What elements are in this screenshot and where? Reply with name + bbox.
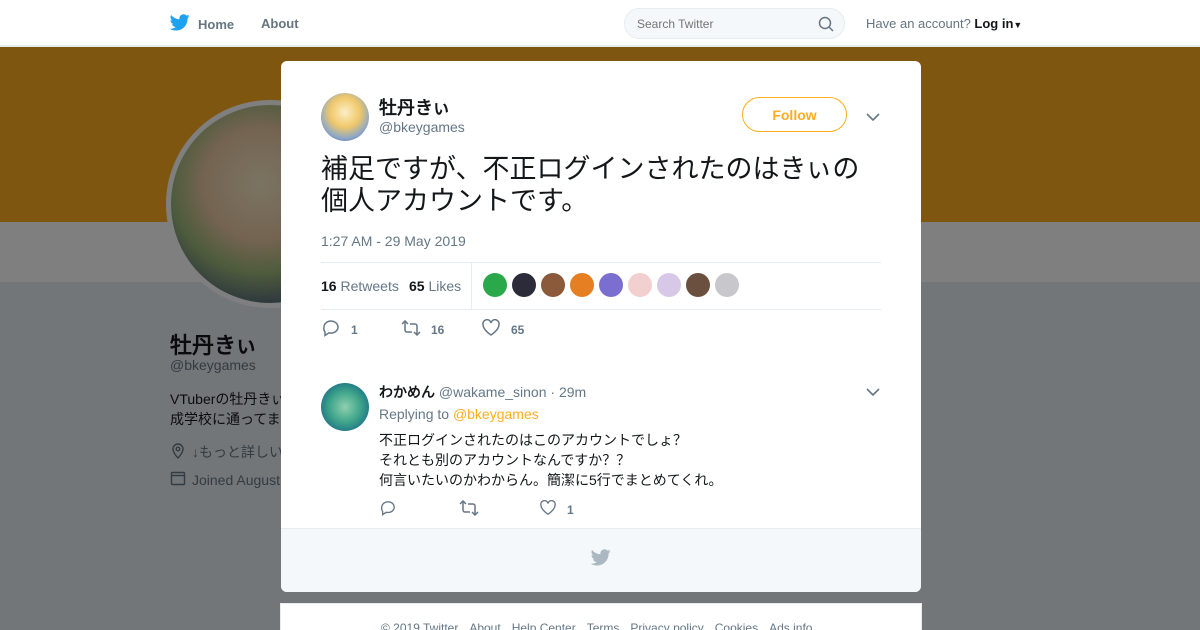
reply-button[interactable]: 1 <box>321 319 401 340</box>
likes-count: 65 <box>409 278 425 294</box>
reply-actions: 1 <box>379 499 619 519</box>
reply-text: 不正ログインされたのはこのアカウントでしょ？ それとも別のアカウントなんですか？… <box>379 430 723 490</box>
liker-avatar[interactable] <box>686 273 710 297</box>
close-icon[interactable] <box>1156 13 1176 38</box>
liker-avatar[interactable] <box>628 273 652 297</box>
footer-link-terms[interactable]: Terms <box>587 621 620 630</box>
liker-avatar[interactable] <box>541 273 565 297</box>
reply-author-handle[interactable]: @wakame_sinon <box>439 384 547 400</box>
liker-avatar[interactable] <box>483 273 507 297</box>
reply-count: 1 <box>351 322 358 337</box>
modal-footer <box>281 528 921 592</box>
retweet-icon <box>401 319 421 339</box>
tweet-author-avatar[interactable] <box>321 93 369 141</box>
reply-author-avatar[interactable] <box>321 383 369 431</box>
search-icon[interactable] <box>818 16 834 37</box>
liker-avatar[interactable] <box>599 273 623 297</box>
tweet-author-name[interactable]: 牡丹きぃ <box>379 94 450 120</box>
reply-time[interactable]: · 29m <box>550 384 586 400</box>
twitter-bird-icon <box>169 14 190 34</box>
footer-link-help[interactable]: Help Center <box>512 621 576 630</box>
retweet-button[interactable]: 16 <box>401 319 481 340</box>
chevron-down-icon[interactable] <box>866 109 880 127</box>
retweets-count: 16 <box>321 278 337 294</box>
like-button[interactable]: 65 <box>481 319 561 340</box>
liker-avatar[interactable] <box>657 273 681 297</box>
replying-to-link[interactable]: @bkeygames <box>453 406 539 422</box>
reply-author-name[interactable]: わかめん <box>379 384 435 400</box>
replying-to: Replying to @bkeygames <box>379 406 539 422</box>
reply-retweet-button[interactable] <box>459 499 539 519</box>
reply-icon <box>321 319 341 340</box>
top-nav: Home About Have an account? Log in▼ <box>0 0 1200 46</box>
search-input[interactable] <box>625 9 805 39</box>
tweet-modal: 牡丹きぃ @bkeygames Follow 補足ですが、不正ログインされたのは… <box>281 61 921 592</box>
reply-header: わかめん @wakame_sinon · 29m <box>379 382 586 402</box>
tweet-stats: 16 Retweets 65 Likes <box>321 262 881 310</box>
likes-label: Likes <box>428 278 462 294</box>
tweet-actions: 1 16 65 <box>321 319 561 340</box>
reply-like-count: 1 <box>567 502 574 517</box>
account-area: Have an account? Log in▼ <box>866 16 1022 31</box>
tweet-author-handle[interactable]: @bkeygames <box>379 119 465 135</box>
reply-like-button[interactable]: 1 <box>539 500 619 519</box>
heart-icon <box>539 500 557 519</box>
footer-link-ads[interactable]: Ads info <box>769 621 812 630</box>
nav-home-label: Home <box>198 16 235 32</box>
nav-home-link[interactable]: Home <box>169 14 235 34</box>
footer-copyright: © 2019 Twitter <box>381 621 459 630</box>
reply-icon <box>379 500 397 519</box>
liker-avatars <box>483 273 739 297</box>
reply-line: 不正ログインされたのはこのアカウントでしょ？ <box>379 432 687 448</box>
tweet-timestamp[interactable]: 1:27 AM - 29 May 2019 <box>321 233 466 249</box>
chevron-down-icon[interactable] <box>866 384 880 402</box>
login-link[interactable]: Log in <box>974 16 1013 31</box>
nav-about-link[interactable]: About <box>261 16 299 31</box>
footer-link-cookies[interactable]: Cookies <box>715 621 758 630</box>
site-footer: © 2019 Twitter About Help Center Terms P… <box>280 603 922 630</box>
twitter-bird-icon <box>590 549 611 571</box>
replying-prefix: Replying to <box>379 406 450 422</box>
reply-line: それとも別のアカウントなんですか？？ <box>379 452 631 468</box>
retweet-icon <box>459 499 479 519</box>
retweets-stat[interactable]: 16 Retweets <box>321 278 399 294</box>
stats-divider <box>471 263 472 309</box>
retweet-count: 16 <box>431 322 445 337</box>
heart-icon <box>481 319 501 340</box>
footer-link-about[interactable]: About <box>469 621 500 630</box>
retweets-label: Retweets <box>340 278 399 294</box>
likes-stat[interactable]: 65 Likes <box>409 278 461 294</box>
reply-line: 何言いたいのかわからん。簡潔に5行でまとめてくれ。 <box>379 472 723 488</box>
liker-avatar[interactable] <box>570 273 594 297</box>
tweet-text: 補足ですが、不正ログインされたのはきぃの個人アカウントです。 <box>321 154 860 216</box>
reply-reply-button[interactable] <box>379 500 459 519</box>
liker-avatar[interactable] <box>715 273 739 297</box>
chevron-down-icon[interactable]: ▼ <box>1013 20 1022 30</box>
account-prefix: Have an account? <box>866 16 971 31</box>
footer-link-privacy[interactable]: Privacy policy <box>630 621 703 630</box>
follow-button[interactable]: Follow <box>742 97 847 132</box>
footer-links: © 2019 Twitter About Help Center Terms P… <box>381 621 812 630</box>
search-box <box>624 8 845 39</box>
liker-avatar[interactable] <box>512 273 536 297</box>
like-count: 65 <box>511 322 525 337</box>
